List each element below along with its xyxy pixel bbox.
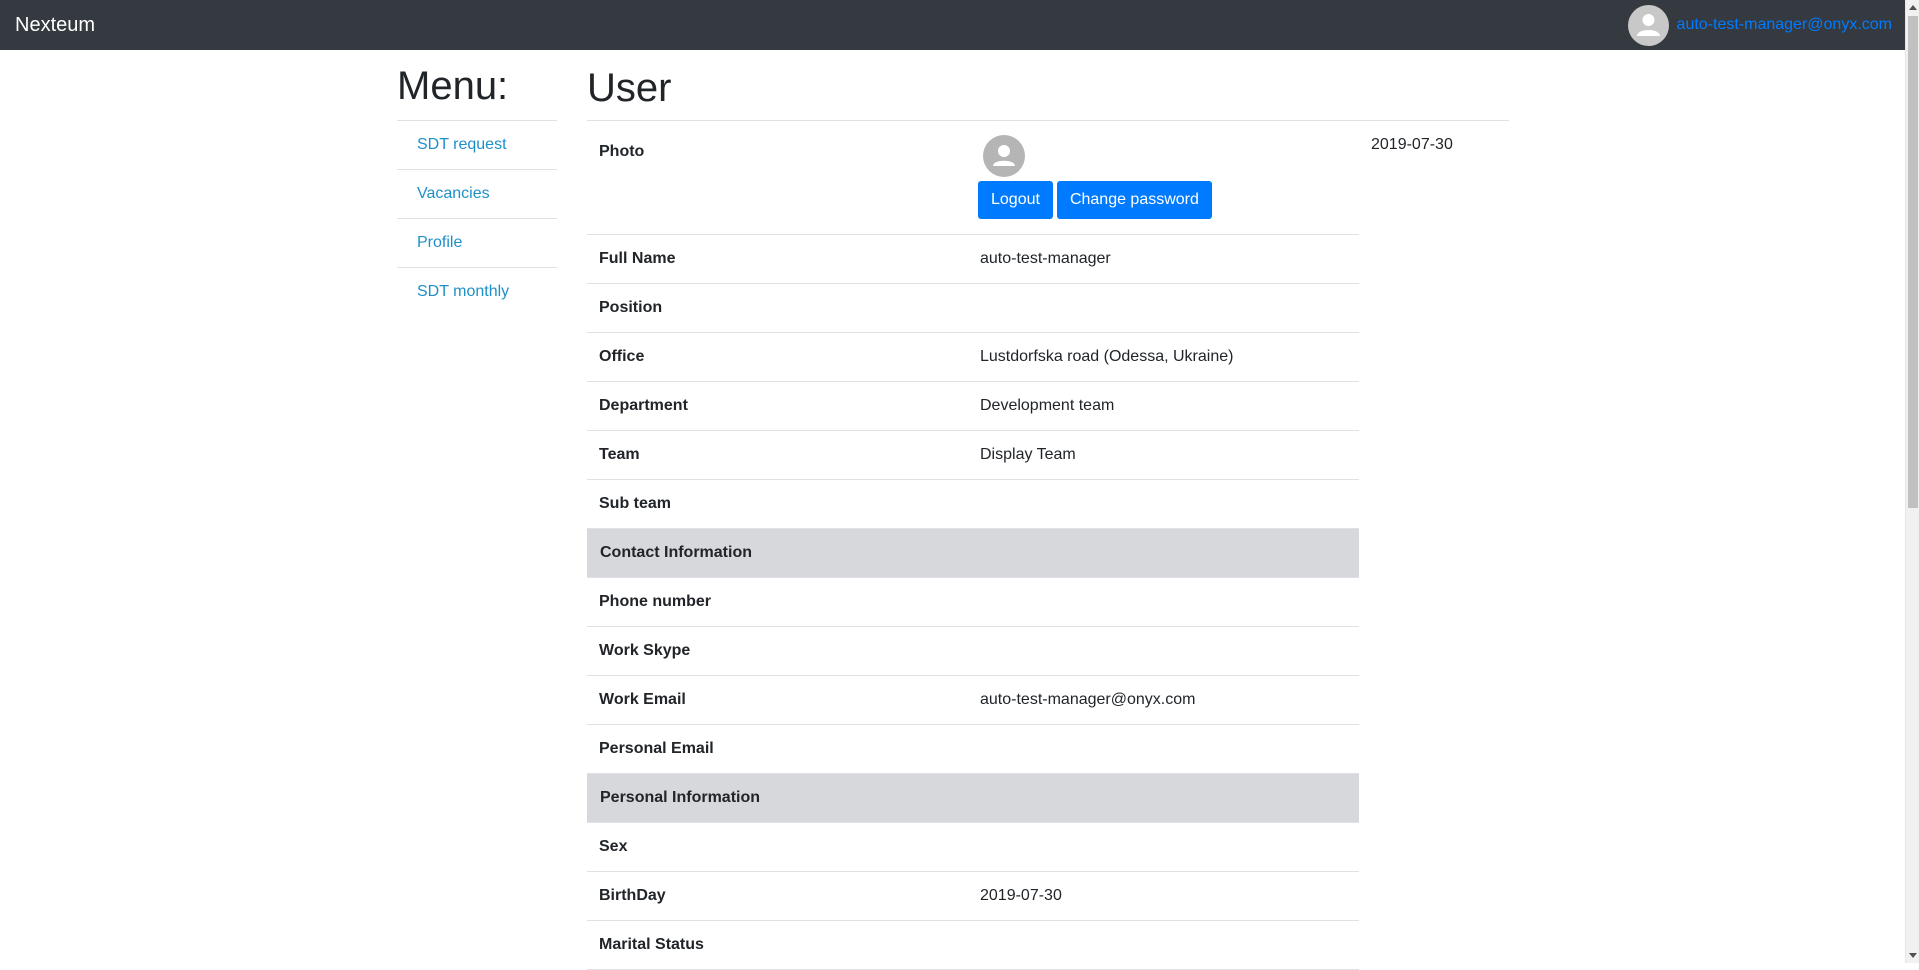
page-title: User [587,66,672,110]
table-row: Work Skype [587,626,1359,676]
table-row: Sex [587,822,1359,872]
vertical-scrollbar[interactable] [1905,0,1919,963]
photo-cell: Logout Change password [968,121,1359,235]
row-label: Marital Status [587,920,968,970]
menu-item-vacancies: Vacancies [397,169,557,218]
scroll-up-arrow-icon[interactable] [1909,5,1917,10]
row-value: auto-test-manager@onyx.com [968,675,1359,725]
table-row: Phone number [587,577,1359,627]
section-header-contact: Contact Information [587,528,1359,578]
profile-photo-icon [983,135,1025,177]
row-label: Department [587,381,968,431]
scroll-down-arrow-icon[interactable] [1909,953,1917,958]
table-row: Marital Status [587,920,1359,970]
menu-link-sdt-monthly[interactable]: SDT monthly [417,283,509,301]
row-value: Lustdorfska road (Odessa, Ukraine) [968,332,1359,382]
user-info-table: Photo Logout Change password Full Name a… [587,121,1359,970]
row-value [968,724,1359,774]
change-password-button[interactable]: Change password [1056,181,1212,219]
section-title: Contact Information [587,528,1359,578]
brand-link[interactable]: Nexteum [15,14,95,37]
row-value [968,479,1359,529]
row-label: Office [587,332,968,382]
side-menu: Menu: SDT request Vacancies Profile SDT … [397,64,557,316]
menu-link-vacancies[interactable]: Vacancies [417,185,490,203]
menu-item-profile: Profile [397,218,557,267]
row-value [968,577,1359,627]
row-label: Sex [587,822,968,872]
menu-link-sdt-request[interactable]: SDT request [417,136,507,154]
table-row: Personal Email [587,724,1359,774]
row-value [968,920,1359,970]
row-label: Work Email [587,675,968,725]
row-label: Phone number [587,577,968,627]
row-value: auto-test-manager [968,234,1359,284]
photo-date: 2019-07-30 [1371,136,1453,153]
table-row: Office Lustdorfska road (Odessa, Ukraine… [587,332,1359,382]
user-avatar-icon[interactable] [1627,4,1669,46]
table-row: Sub team [587,479,1359,529]
row-value [968,822,1359,872]
row-value: 2019-07-30 [968,871,1359,921]
menu-link-profile[interactable]: Profile [417,234,462,252]
row-value [968,626,1359,676]
row-label: BirthDay [587,871,968,921]
menu-item-sdt-monthly: SDT monthly [397,267,557,316]
scrollbar-thumb[interactable] [1908,16,1918,508]
menu-list: SDT request Vacancies Profile SDT monthl… [397,120,557,316]
row-value: Development team [968,381,1359,431]
table-row: Position [587,283,1359,333]
row-label: Full Name [587,234,968,284]
section-header-personal: Personal Information [587,773,1359,823]
table-row: Work Email auto-test-manager@onyx.com [587,675,1359,725]
row-label: Sub team [587,479,968,529]
top-navbar: Nexteum auto-test-manager@onyx.com [0,0,1905,50]
table-row-photo: Photo Logout Change password [587,121,1359,235]
section-title: Personal Information [587,773,1359,823]
photo-actions: Logout Change password [978,181,1347,219]
main-content: User 2019-07-30 Photo Logout Change pass… [587,64,1509,970]
table-row: Full Name auto-test-manager [587,234,1359,284]
row-label: Personal Email [587,724,968,774]
menu-title: Menu: [397,64,509,108]
row-label-photo: Photo [587,121,968,235]
menu-item-sdt-request: SDT request [397,120,557,169]
row-label: Team [587,430,968,480]
row-value: Display Team [968,430,1359,480]
row-label: Position [587,283,968,333]
table-row: BirthDay 2019-07-30 [587,871,1359,921]
user-email-link[interactable]: auto-test-manager@onyx.com [1677,16,1892,34]
logout-button[interactable]: Logout [978,181,1053,219]
row-value [968,283,1359,333]
table-row: Department Development team [587,381,1359,431]
row-label: Work Skype [587,626,968,676]
nav-user: auto-test-manager@onyx.com [1627,4,1892,46]
table-row: Team Display Team [587,430,1359,480]
